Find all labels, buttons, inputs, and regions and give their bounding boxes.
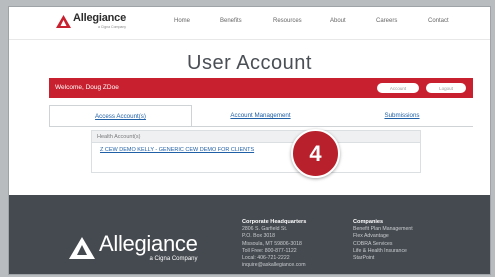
tab-divider: [49, 126, 473, 127]
logo-name: Allegiance: [73, 12, 127, 24]
companies-column: Companies Benefit Plan Management Flex A…: [353, 219, 413, 262]
tab-account-management[interactable]: Account Management: [190, 105, 331, 126]
footer-logo[interactable]: Allegiance a Cigna Company: [69, 233, 198, 262]
browser-page: Allegiance a Cigna Company Home Benefits…: [8, 6, 491, 275]
hq-line: Toll Free: 800-877-1122: [242, 247, 297, 254]
panel-body: Z CEW DEMO KELLY - GENERIC CEW DEMO FOR …: [91, 143, 421, 173]
page-title: User Account: [187, 52, 312, 74]
nav-link-careers[interactable]: Careers: [376, 18, 397, 24]
nav-link-contact[interactable]: Contact: [428, 18, 449, 24]
account-button[interactable]: Account: [377, 83, 419, 93]
company-link[interactable]: Life & Health Insurance: [353, 248, 413, 255]
hq-column: Corporate Headquarters 2806 S. Garfield …: [242, 219, 306, 269]
hq-line: P.O. Box 3018: [242, 233, 276, 240]
footer-logo-subtitle: a Cigna Company: [149, 256, 198, 262]
hq-heading: Corporate Headquarters: [242, 219, 307, 225]
hq-line: 2806 S. Garfield St.: [242, 226, 288, 233]
company-link[interactable]: Benefit Plan Management: [353, 226, 413, 233]
allegiance-triangle-icon: [56, 14, 71, 28]
logout-button[interactable]: Logout: [426, 83, 466, 93]
tab-submissions[interactable]: Submissions: [331, 105, 473, 126]
allegiance-logo[interactable]: Allegiance a Cigna Company: [56, 13, 126, 29]
nav-link-benefits[interactable]: Benefits: [220, 18, 242, 24]
company-link[interactable]: Flex Advantage: [353, 233, 413, 240]
welcome-text: Welcome, Doug ZDoe: [55, 84, 119, 91]
account-bar: Welcome, Doug ZDoe Account Logout: [49, 78, 473, 98]
top-nav: Allegiance a Cigna Company Home Benefits…: [9, 7, 490, 40]
hq-line: Local: 406-721-2222: [242, 255, 290, 262]
nav-link-home[interactable]: Home: [174, 18, 190, 24]
hq-email-link[interactable]: inquire@askallegiance.com: [242, 262, 306, 269]
company-link[interactable]: COBRA Services: [353, 241, 413, 248]
footer-logo-name: Allegiance: [99, 231, 198, 256]
hq-line: Missoula, MT 59806-3018: [242, 240, 302, 247]
nav-link-about[interactable]: About: [330, 18, 346, 24]
footer-triangle-icon: [69, 236, 95, 259]
logo-subtitle: a Cigna Company: [98, 25, 127, 29]
account-link[interactable]: Z CEW DEMO KELLY - GENERIC CEW DEMO FOR …: [100, 147, 254, 153]
nav-link-resources[interactable]: Resources: [273, 18, 302, 24]
company-link[interactable]: StarPoint: [353, 255, 413, 262]
step-number-badge: 4: [291, 129, 340, 178]
panel-header: Health Account(s): [91, 130, 421, 143]
companies-heading: Companies: [353, 219, 384, 225]
tab-access-accounts[interactable]: Access Account(s): [49, 105, 192, 127]
health-accounts-panel: Health Account(s) Z CEW DEMO KELLY - GEN…: [91, 130, 421, 174]
account-tabs: Access Account(s) Account Management Sub…: [49, 105, 473, 127]
